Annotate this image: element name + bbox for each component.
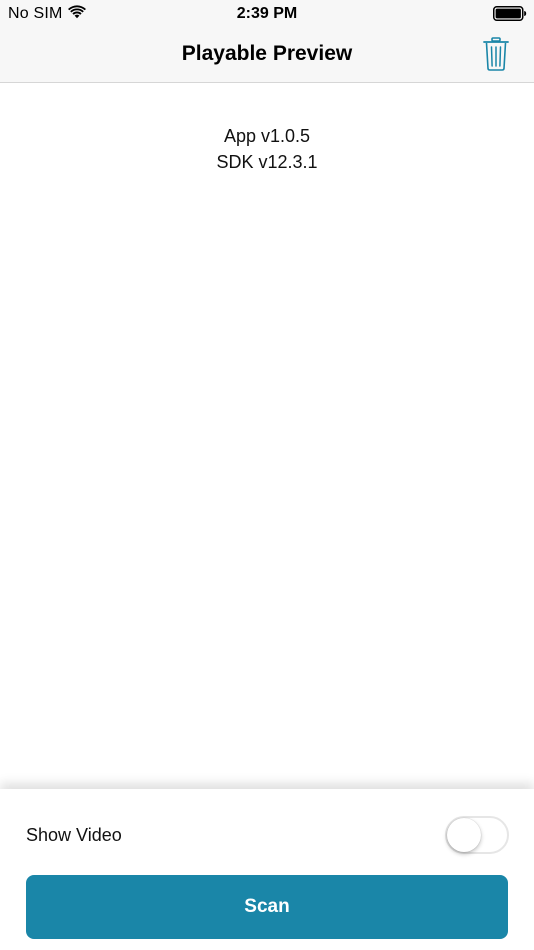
battery-icon [493,6,527,21]
navigation-bar: Playable Preview [0,28,534,83]
trash-icon [483,37,509,71]
screen: No SIM 2:39 PM Playable Preview App v1.0… [0,0,534,950]
toggle-knob [447,818,481,852]
page-title: Playable Preview [181,42,353,65]
main-content: App v1.0.5 SDK v12.3.1 [0,83,534,783]
show-video-label: Show Video [26,825,122,845]
app-version-label: App v1.0.5 [223,126,311,146]
status-bar: No SIM 2:39 PM [0,0,534,28]
delete-button[interactable] [478,34,514,74]
scan-button[interactable]: Scan [26,875,508,939]
bottom-panel: Show Video Scan [0,789,534,950]
status-time: 2:39 PM [236,5,298,22]
show-video-toggle[interactable] [445,816,509,854]
sdk-version-label: SDK v12.3.1 [216,152,318,172]
